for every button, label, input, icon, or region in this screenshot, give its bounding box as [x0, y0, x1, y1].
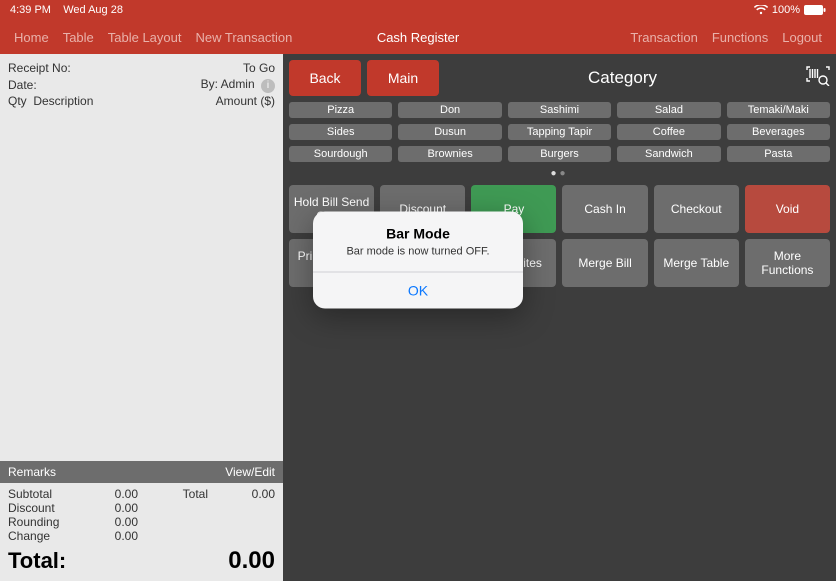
page-indicator[interactable]: ●● — [289, 168, 830, 179]
cat-brownies[interactable]: Brownies — [398, 146, 501, 162]
receipt-amount-label: Amount ($) — [216, 93, 275, 109]
status-right: 100% — [754, 4, 826, 16]
desc-label: Description — [33, 94, 93, 108]
status-time: 4:39 PM — [10, 4, 51, 16]
discount-val: 0.00 — [88, 501, 138, 515]
receipt-togo: To Go — [243, 60, 275, 76]
cat-sashimi[interactable]: Sashimi — [508, 102, 611, 118]
cat-burgers[interactable]: Burgers — [508, 146, 611, 162]
cat-label: Sashimi — [508, 102, 611, 118]
cat-pizza[interactable]: Pizza — [289, 102, 392, 118]
cat-label: Sides — [289, 124, 392, 140]
cat-tapping-tapir[interactable]: Tapping Tapir — [508, 124, 611, 140]
alert-ok-button[interactable]: OK — [313, 272, 523, 309]
void-button[interactable]: Void — [745, 185, 830, 233]
status-left: 4:39 PM Wed Aug 28 — [10, 4, 123, 16]
checkout-button[interactable]: Checkout — [654, 185, 739, 233]
cat-label: Don — [398, 102, 501, 118]
more-functions-button[interactable]: More Functions — [745, 239, 830, 287]
main-button[interactable]: Main — [367, 60, 439, 96]
cat-temaki[interactable]: Temaki/Maki — [727, 102, 830, 118]
alert-message: Bar mode is now turned OFF. — [313, 242, 523, 272]
receipt-body[interactable] — [0, 113, 283, 461]
cat-label: Sourdough — [289, 146, 392, 162]
nav-transaction[interactable]: Transaction — [630, 30, 697, 45]
change-label: Change — [8, 529, 88, 543]
receipt-qtydesc: Qty Description — [8, 93, 93, 109]
nav-bar: Home Table Table Layout New Transaction … — [0, 20, 836, 54]
cat-beverages[interactable]: Beverages — [727, 124, 830, 140]
cat-label: Dusun — [398, 124, 501, 140]
cat-label: Salad — [617, 102, 720, 118]
change-val: 0.00 — [88, 529, 138, 543]
discount-label: Discount — [8, 501, 88, 515]
cat-coffee[interactable]: Coffee — [617, 124, 720, 140]
nav-functions[interactable]: Functions — [712, 30, 768, 45]
status-date: Wed Aug 28 — [63, 4, 123, 16]
grand-total-val: 0.00 — [228, 547, 275, 575]
cat-sourdough[interactable]: Sourdough — [289, 146, 392, 162]
info-icon[interactable]: i — [261, 79, 275, 93]
cat-label: Tapping Tapir — [508, 124, 611, 140]
nav-table-layout[interactable]: Table Layout — [108, 30, 182, 45]
receipt-header: Receipt No: To Go Date: By: Admin i Qty … — [0, 54, 283, 113]
status-bar: 4:39 PM Wed Aug 28 100% — [0, 0, 836, 20]
receipt-by: By: Admin i — [201, 76, 275, 93]
rounding-val: 0.00 — [88, 515, 138, 529]
right-pane: Back Main Category Pizza Don Sashimi Sal… — [283, 54, 836, 581]
battery-icon — [804, 5, 826, 15]
totals-block: Subtotal 0.00 Total 0.00 Discount 0.00 R… — [0, 483, 283, 545]
rounding-label: Rounding — [8, 515, 88, 529]
cat-don[interactable]: Don — [398, 102, 501, 118]
receipt-no-label: Receipt No: — [8, 60, 71, 76]
nav-new-transaction[interactable]: New Transaction — [196, 30, 293, 45]
receipt-by-text: By: Admin — [201, 77, 255, 91]
cat-sandwich[interactable]: Sandwich — [617, 146, 720, 162]
subtotal-label: Subtotal — [8, 487, 88, 501]
total-label: Total — [138, 487, 208, 501]
category-grid: Pizza Don Sashimi Salad Temaki/Maki Side… — [289, 102, 830, 162]
cash-in-button[interactable]: Cash In — [562, 185, 647, 233]
remarks-label: Remarks — [8, 465, 56, 479]
nav-left: Home Table Table Layout New Transaction — [0, 30, 292, 45]
barcode-search-icon[interactable] — [806, 66, 830, 91]
cat-label: Temaki/Maki — [727, 102, 830, 118]
cat-label: Sandwich — [617, 146, 720, 162]
merge-bill-button[interactable]: Merge Bill — [562, 239, 647, 287]
cat-salad[interactable]: Salad — [617, 102, 720, 118]
cat-label: Coffee — [617, 124, 720, 140]
nav-table[interactable]: Table — [63, 30, 94, 45]
qty-label: Qty — [8, 94, 27, 108]
subtotal-val: 0.00 — [88, 487, 138, 501]
receipt-date-label: Date: — [8, 77, 37, 93]
alert-title: Bar Mode — [313, 212, 523, 242]
status-battery: 100% — [772, 4, 800, 16]
cat-dusun[interactable]: Dusun — [398, 124, 501, 140]
cat-label: Pizza — [289, 102, 392, 118]
remarks-bar[interactable]: Remarks View/Edit — [0, 461, 283, 483]
back-button[interactable]: Back — [289, 60, 361, 96]
receipt-pane: Receipt No: To Go Date: By: Admin i Qty … — [0, 54, 283, 581]
cat-label: Burgers — [508, 146, 611, 162]
cat-label: Beverages — [727, 124, 830, 140]
category-title: Category — [445, 68, 800, 88]
nav-title: Cash Register — [377, 30, 459, 45]
category-header: Back Main Category — [289, 60, 830, 96]
grand-total-label: Total: — [8, 548, 66, 574]
nav-home[interactable]: Home — [14, 30, 49, 45]
bar-mode-alert: Bar Mode Bar mode is now turned OFF. OK — [313, 212, 523, 309]
cat-label: Brownies — [398, 146, 501, 162]
wifi-icon — [754, 5, 768, 15]
remarks-viewedit[interactable]: View/Edit — [225, 465, 275, 479]
cat-pasta[interactable]: Pasta — [727, 146, 830, 162]
grand-total: Total: 0.00 — [0, 545, 283, 581]
nav-logout[interactable]: Logout — [782, 30, 822, 45]
cat-label: Pasta — [727, 146, 830, 162]
cat-sides[interactable]: Sides — [289, 124, 392, 140]
nav-right: Transaction Functions Logout — [630, 30, 836, 45]
merge-table-button[interactable]: Merge Table — [654, 239, 739, 287]
content: Receipt No: To Go Date: By: Admin i Qty … — [0, 54, 836, 581]
total-val: 0.00 — [208, 487, 275, 501]
